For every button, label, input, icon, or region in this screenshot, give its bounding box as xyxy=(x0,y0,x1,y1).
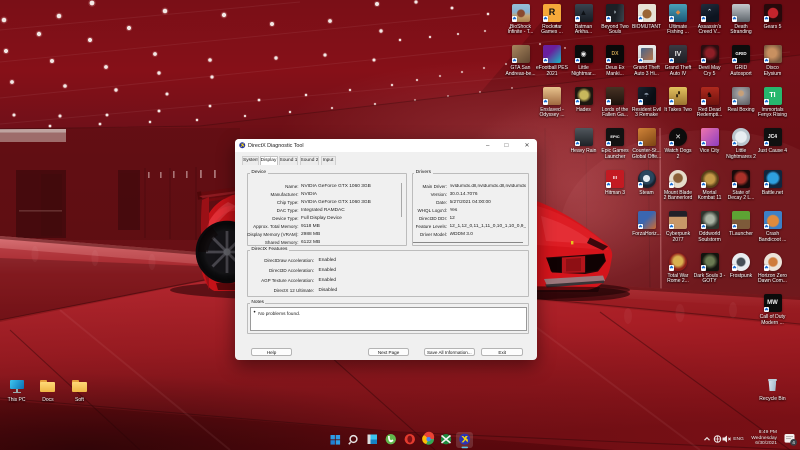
svg-text:4: 4 xyxy=(792,440,795,446)
